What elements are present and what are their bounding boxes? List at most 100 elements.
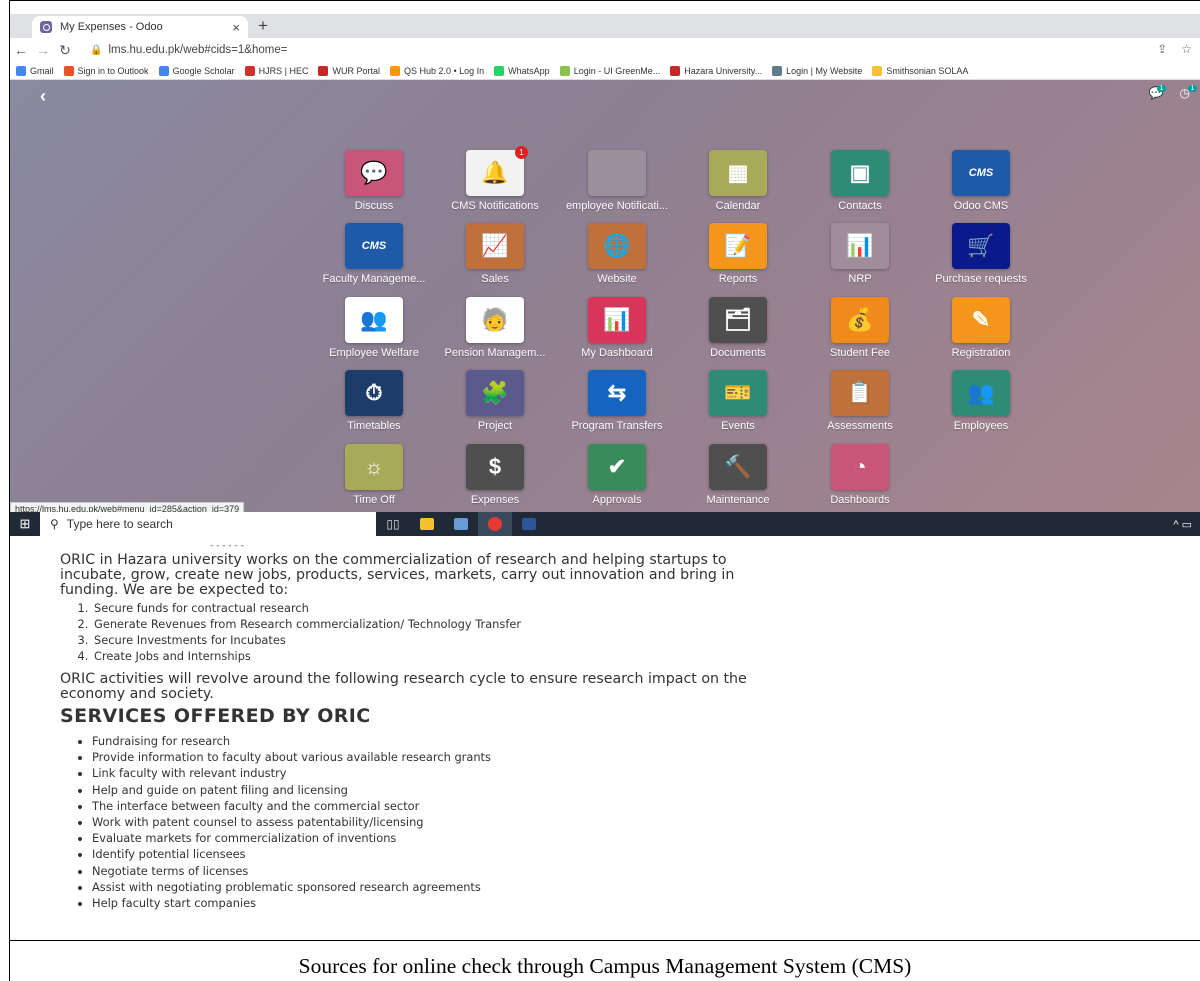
app-icon: 💰 (831, 297, 889, 343)
bookmark-item[interactable]: Smithsonian SOLAA (872, 65, 968, 76)
app-tile[interactable]: ✎ Registration (920, 297, 1042, 359)
app-tile[interactable]: 🧩 Project (434, 370, 556, 432)
intro-paragraph: ORIC in Hazara university works on the c… (60, 552, 735, 598)
app-tile[interactable]: 📝 Reports (677, 223, 799, 285)
app-icon: ▣ (831, 150, 889, 196)
app-tile[interactable]: ◔ Dashboards (799, 444, 921, 506)
tray-chevron-icon[interactable]: ^ ▭ (1173, 518, 1192, 531)
bookmark-item[interactable]: Google Scholar (158, 65, 235, 76)
bookmark-favicon-icon (318, 65, 329, 76)
goal-item: Create Jobs and Internships (92, 648, 1180, 664)
url-field[interactable]: 🔒 lms.hu.edu.pk/web#cids=1&home= (90, 44, 287, 56)
app-tile[interactable]: $ Expenses (434, 444, 556, 506)
forward-arrow-icon[interactable]: → (32, 42, 54, 58)
notification-badge: 1 (515, 146, 528, 159)
bookmark-item[interactable]: Sign in to Outlook (63, 65, 149, 76)
share-icon[interactable]: ⇪ (1157, 42, 1167, 56)
app-glyph-icon: 📊 (846, 233, 874, 258)
app-label: Student Fee (830, 347, 890, 359)
service-item: Provide information to faculty about var… (92, 749, 1180, 765)
app-label: Events (721, 420, 755, 432)
app-tile[interactable]: 🧓 Pension Managem... (434, 297, 556, 359)
app-icon: 📝 (709, 223, 767, 269)
close-tab-icon[interactable]: × (232, 20, 240, 35)
app-pinned-icon[interactable] (444, 512, 478, 536)
browser-tab[interactable]: My Expenses - Odoo × (32, 16, 248, 38)
app-icon: ⇆ (588, 370, 646, 416)
app-tile[interactable]: 🔔 1 CMS Notifications (434, 146, 556, 212)
word-icon[interactable] (512, 512, 546, 536)
new-tab-button[interactable]: + (258, 16, 268, 36)
app-icon: 🛒 (952, 223, 1010, 269)
goals-list: Secure funds for contractual researchGen… (92, 600, 1180, 664)
app-icon: 🗂 (709, 297, 767, 343)
service-item: Help faculty start companies (92, 895, 1180, 911)
app-tile[interactable]: 🛒 Purchase requests (920, 223, 1042, 285)
document-body: - - - - - - ORIC in Hazara university wo… (60, 542, 1180, 911)
chrome-icon[interactable] (478, 512, 512, 536)
app-glyph-icon: ☼ (363, 454, 385, 479)
bookmark-label: Gmail (30, 65, 54, 76)
bookmark-label: Login - UI GreenMe... (573, 65, 661, 76)
app-tile[interactable]: 📊 NRP (799, 223, 921, 285)
app-tile[interactable]: ⇆ Program Transfers (556, 370, 678, 432)
app-tile[interactable]: ▦ Calendar (677, 150, 799, 212)
bookmark-item[interactable]: Login | My Website (772, 65, 862, 76)
task-view-icon[interactable]: ▯▯ (376, 512, 410, 536)
app-tile[interactable]: 📋 Assessments (799, 370, 921, 432)
file-explorer-icon[interactable] (410, 512, 444, 536)
app-icon: ✎ (952, 297, 1010, 343)
app-tile[interactable]: 📈 Sales (434, 223, 556, 285)
reload-icon[interactable]: ↻ (54, 42, 76, 59)
bookmark-label: Sign in to Outlook (77, 65, 149, 76)
app-label: Time Off (353, 494, 395, 506)
app-tile[interactable]: 🗂 Documents (677, 297, 799, 359)
tab-title: My Expenses - Odoo (60, 21, 163, 33)
bookmark-item[interactable]: WUR Portal (318, 65, 380, 76)
taskbar-search[interactable]: ⚲ Type here to search (40, 512, 376, 536)
service-item: Assist with negotiating problematic spon… (92, 879, 1180, 895)
bookmark-favicon-icon (63, 65, 74, 76)
app-tile[interactable]: 📊 My Dashboard (556, 297, 678, 359)
goal-item: Generate Revenues from Research commerci… (92, 616, 1180, 632)
windows-start-icon[interactable]: ⊞ (10, 516, 40, 532)
app-tile[interactable]: ☼ Time Off (313, 444, 435, 506)
app-tile[interactable]: 🎫 Events (677, 370, 799, 432)
app-label: Expenses (470, 494, 520, 506)
app-glyph-icon: 📈 (481, 233, 509, 258)
back-arrow-icon[interactable]: ← (10, 42, 32, 58)
app-tile[interactable]: 🌐 Website (556, 223, 678, 285)
app-tile[interactable]: ▣ Contacts (799, 150, 921, 212)
app-tile[interactable]: 👥 Employees (920, 370, 1042, 432)
app-tile[interactable]: CMS Faculty Manageme... (313, 223, 435, 285)
search-icon: ⚲ (50, 517, 59, 531)
app-tile[interactable]: 💰 Student Fee (799, 297, 921, 359)
app-tile[interactable]: ⏱ Timetables (313, 370, 435, 432)
app-tile[interactable]: 💬 Discuss (313, 150, 435, 212)
bookmark-item[interactable]: Login - UI GreenMe... (559, 65, 661, 76)
app-tile[interactable]: employee Notificati... (556, 150, 678, 212)
app-label: Faculty Manageme... (322, 273, 426, 285)
app-tile[interactable]: CMS Odoo CMS (920, 150, 1042, 212)
app-icon: 🔨 (709, 444, 767, 490)
bookmark-item[interactable]: Hazara University... (670, 65, 762, 76)
app-tile[interactable]: ✔ Approvals (556, 444, 678, 506)
app-tile[interactable]: 👥 Employee Welfare (313, 297, 435, 359)
app-tile[interactable]: 🔨 Maintenance (677, 444, 799, 506)
bookmark-item[interactable]: QS Hub 2.0 • Log In (389, 65, 484, 76)
bookmark-item[interactable]: WhatsApp (494, 65, 550, 76)
activity-clock-icon[interactable]: ◷ 1 (1180, 85, 1198, 100)
messages-icon[interactable]: 💬 1 (1149, 85, 1167, 100)
bookmark-star-icon[interactable]: ☆ (1181, 42, 1192, 56)
back-chevron-icon[interactable]: ‹ (40, 86, 46, 107)
app-glyph-icon: ▣ (849, 160, 871, 185)
lock-icon: 🔒 (90, 44, 103, 56)
app-label: Dashboards (830, 494, 890, 506)
bookmark-favicon-icon (559, 65, 570, 76)
bookmark-item[interactable]: Gmail (16, 65, 54, 76)
app-label: Timetables (347, 420, 401, 432)
partial-line: - - - - - - (210, 541, 244, 551)
service-item: Negotiate terms of licenses (92, 863, 1180, 879)
bookmark-item[interactable]: HJRS | HEC (244, 65, 308, 76)
app-label: Employees (953, 420, 1009, 432)
